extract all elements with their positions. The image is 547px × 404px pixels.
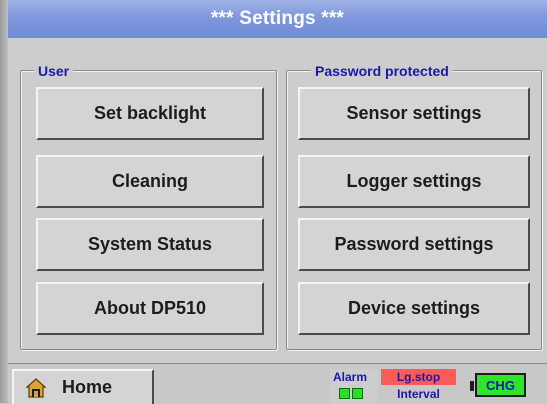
password-settings-button[interactable]: Password settings	[298, 218, 530, 271]
logger-settings-button[interactable]: Logger settings	[298, 155, 530, 208]
house-icon	[26, 377, 46, 398]
system-status-button[interactable]: System Status	[36, 218, 264, 271]
settings-screen: *** Settings *** User Password protected…	[8, 0, 547, 404]
battery-indicator: CHG	[470, 373, 530, 399]
home-button[interactable]: Home	[12, 369, 154, 404]
password-group-legend: Password protected	[311, 62, 453, 80]
user-group-legend: User	[34, 62, 74, 80]
cleaning-button[interactable]: Cleaning	[36, 155, 264, 208]
alarm-label: Alarm	[333, 370, 368, 384]
battery-cap	[470, 381, 474, 391]
device-frame-edge	[0, 0, 8, 403]
sensor-settings-button[interactable]: Sensor settings	[298, 87, 530, 140]
device-settings-button[interactable]: Device settings	[298, 282, 530, 335]
about-device-button[interactable]: About DP510	[36, 282, 264, 335]
status-bar: Home Alarm Lg.stop Interval CHG	[8, 363, 547, 404]
logger-stop-label: Lg.stop	[381, 369, 456, 385]
logger-status: Lg.stop Interval	[381, 369, 456, 404]
alarm-indicator: Alarm	[330, 369, 378, 404]
alarm-led-2	[352, 388, 363, 399]
page-title: *** Settings ***	[8, 0, 547, 38]
logger-interval-label: Interval	[397, 387, 440, 401]
alarm-led-1	[339, 388, 350, 399]
set-backlight-button[interactable]: Set backlight	[36, 87, 264, 140]
battery-charging-label: CHG	[475, 373, 526, 397]
home-label: Home	[62, 377, 113, 397]
